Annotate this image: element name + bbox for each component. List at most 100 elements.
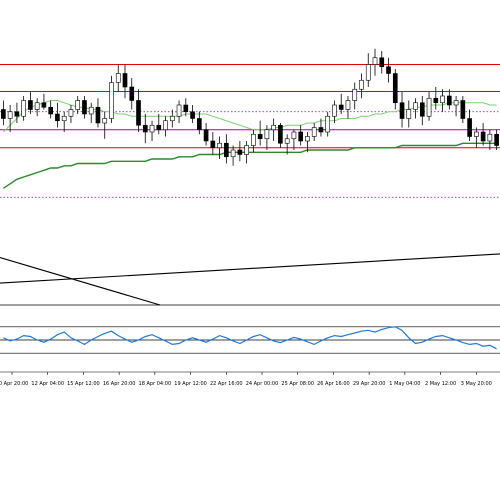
candle-body [392,73,398,104]
candle [365,53,371,87]
candle-body [7,111,13,119]
price-panel [0,48,500,198]
candle-body [305,136,310,142]
x-tick-label: 1 May 04:00 [389,381,420,387]
candle-body [28,100,33,110]
candle [453,96,459,117]
x-tick-label: 26 Apr 16:00 [317,381,350,387]
candle [494,129,499,150]
candle-body [203,129,209,142]
candle-body [163,120,168,131]
candle-body [129,86,135,101]
candle-body [217,142,222,149]
candle-body [75,100,81,110]
candle-body [88,106,94,115]
candle-body [474,131,479,137]
candle-body [379,57,385,68]
candle [271,118,276,141]
candle-body [183,104,189,113]
candle [21,96,26,121]
x-tick-label: 25 Apr 08:00 [281,381,314,387]
candle [48,100,54,119]
candle [474,127,479,148]
candle-body [291,131,297,140]
candle [257,120,263,146]
candle-body [210,140,216,149]
candle-body [460,100,466,119]
candle-body [176,104,182,117]
candle-body [332,104,337,117]
candle [230,145,236,166]
x-tick-label: 29 Apr 20:00 [353,381,386,387]
candle-body [142,124,148,133]
candle [169,109,175,128]
chart-canvas: 10 Apr 20:0012 Apr 04:0015 Apr 12:0016 A… [0,48,500,387]
candle-body [480,131,486,142]
candle-body [426,97,432,117]
x-tick-label: 12 Apr 04:00 [31,381,64,387]
candle-body [190,111,195,119]
candle [122,64,128,99]
candle [95,98,101,128]
candle-body [136,100,141,126]
candle [345,96,351,119]
candle [379,51,385,74]
candle-body [68,109,74,117]
candle-body [21,100,26,117]
candle [338,93,344,114]
candle-body [109,82,114,119]
candle [41,93,47,110]
candle-body [230,149,236,158]
x-tick-label: 16 Apr 20:00 [103,381,136,387]
candle-body [487,133,493,142]
candle [352,82,358,110]
x-tick-label: 22 Apr 16:00 [210,381,243,387]
candle [115,64,121,92]
candle [372,48,378,76]
x-tick-label: 10 Apr 20:00 [0,381,28,387]
candle [217,136,222,159]
candle [419,96,425,126]
candle [7,105,13,132]
time-axis: 10 Apr 20:0012 Apr 04:0015 Apr 12:0016 A… [0,371,500,387]
candle [386,57,391,83]
candle [28,91,33,114]
candle [406,100,412,128]
candle-body [453,100,459,106]
candle-body [61,115,67,122]
candle [190,105,195,123]
candle [305,132,310,153]
candle [156,114,162,135]
candle [142,114,148,144]
oscillator-line [3,326,497,350]
candle [298,125,304,146]
candle-body [244,145,249,155]
candle-body [284,138,290,144]
candle [433,87,439,110]
candle-body [95,106,101,124]
candle-body [494,133,499,146]
x-tick-label: 2 May 12:00 [425,381,456,387]
candle [278,123,283,148]
candle-body [278,124,283,144]
candle-body [446,95,452,106]
candle [237,141,243,162]
x-tick-label: 19 Apr 12:00 [174,381,207,387]
candle [88,102,94,123]
candle [460,96,466,123]
candle-body [14,111,20,117]
candle [244,141,249,164]
x-tick-label: 18 Apr 04:00 [139,381,172,387]
candle [311,123,317,141]
candle [325,111,331,137]
candle [291,129,297,150]
candle [68,105,74,123]
candle [75,96,81,114]
candle-body [345,100,351,110]
candle [34,98,40,117]
candle-body [467,118,472,137]
candle-body [257,133,263,140]
candle [487,129,493,150]
candle [196,111,202,135]
candle-body [359,79,364,90]
